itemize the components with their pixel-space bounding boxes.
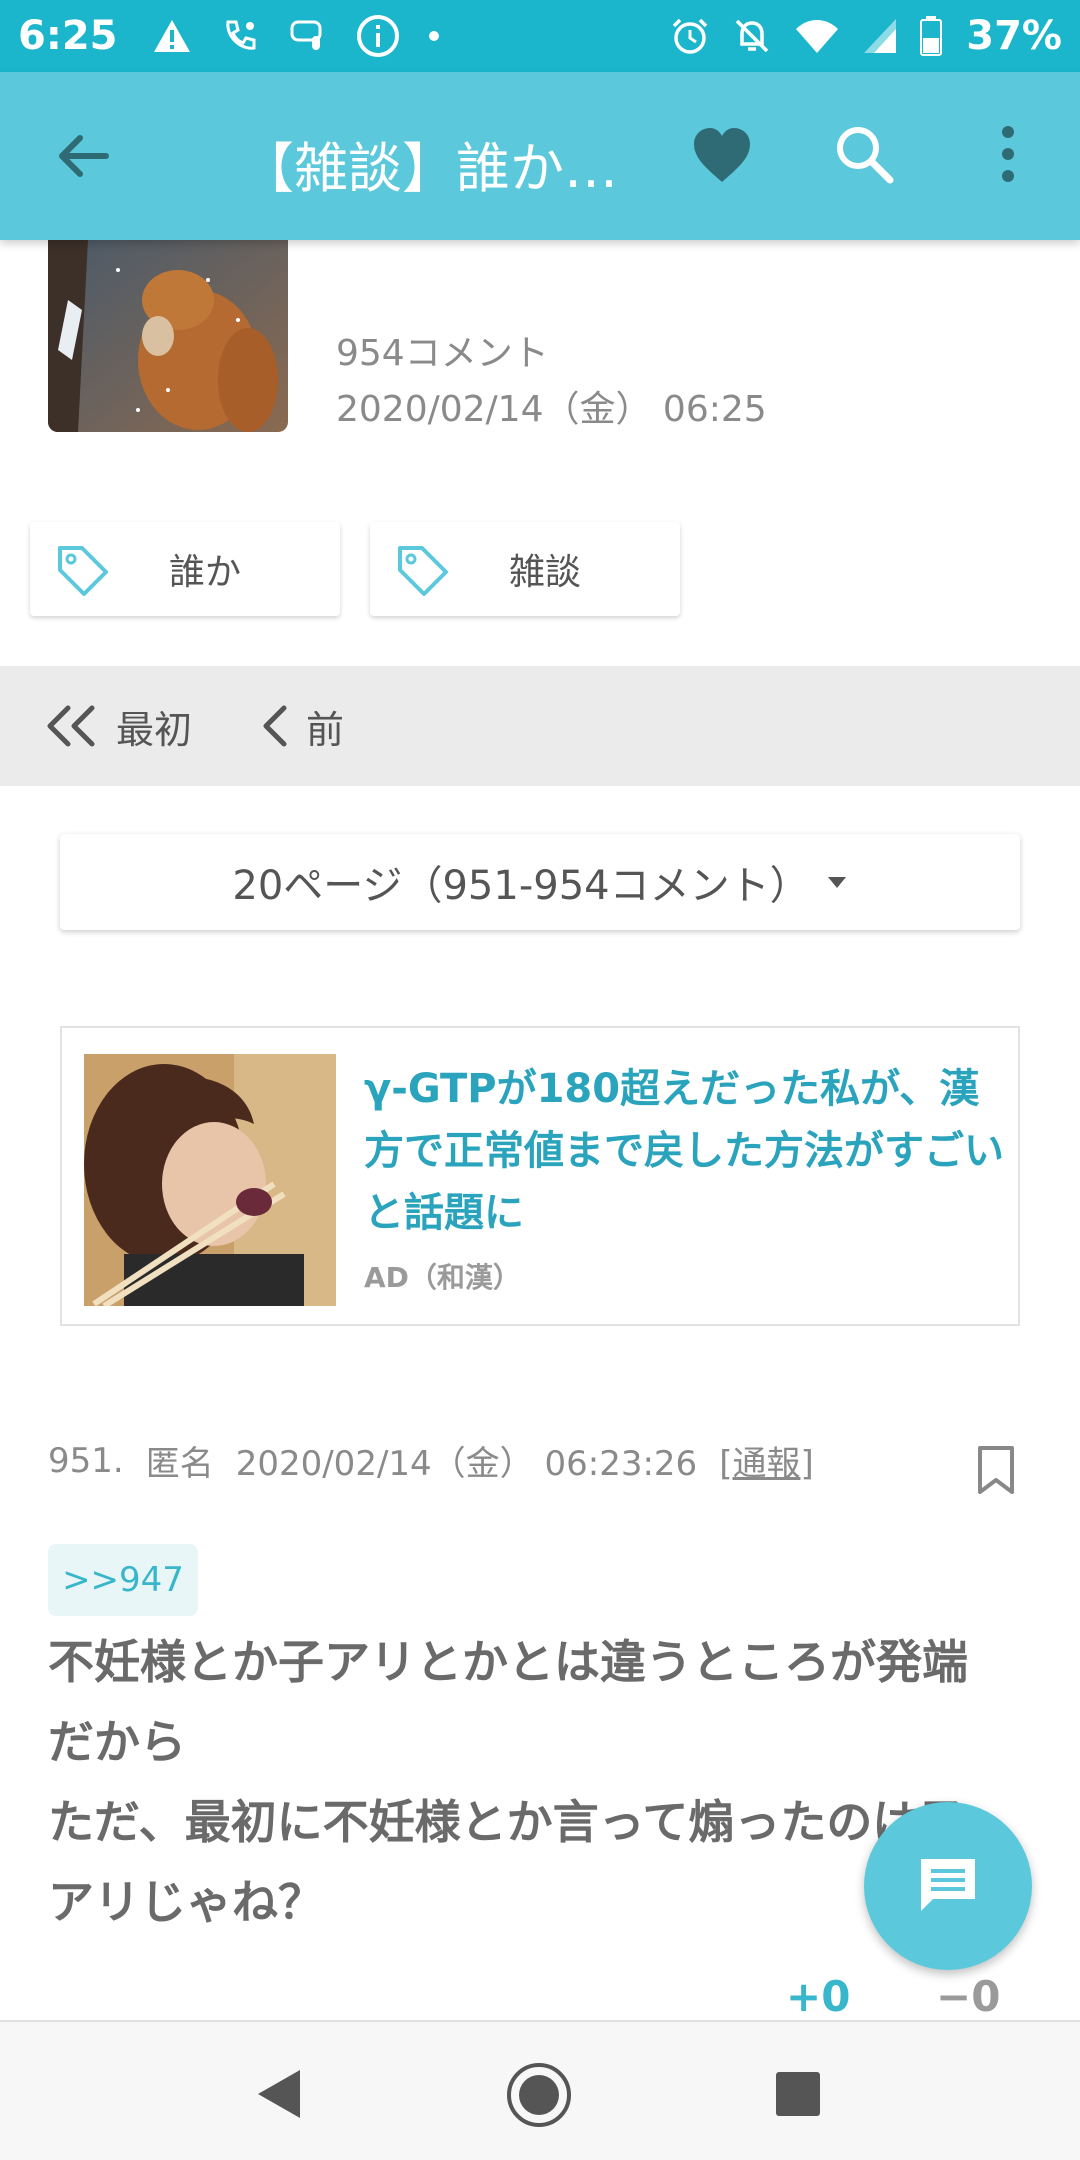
battery-icon bbox=[920, 16, 943, 56]
tag-chip[interactable]: 雑談 bbox=[370, 522, 680, 616]
double-chevron-left-icon bbox=[47, 705, 95, 747]
ad-image bbox=[84, 1054, 336, 1306]
nav-back-icon[interactable] bbox=[256, 2068, 302, 2120]
chat-bubble-icon bbox=[921, 1859, 975, 1911]
pager: 最初 前 bbox=[0, 666, 1080, 786]
nav-home-icon[interactable] bbox=[506, 2062, 572, 2128]
info-icon bbox=[356, 15, 399, 57]
page-select-dropdown[interactable]: 20ページ（951-954コメント） bbox=[60, 834, 1020, 930]
battery-percent: 37% bbox=[966, 13, 1062, 59]
bell-off-icon bbox=[736, 19, 769, 53]
ad-title[interactable]: γ-GTPが180超えだった私が、漢方で正常値まで戻した方法がすごいと話題に bbox=[364, 1058, 1004, 1244]
report-label[interactable]: 通報 bbox=[732, 1444, 800, 1484]
app-bar: 【雑談】誰か… bbox=[0, 72, 1080, 240]
phone-wifi-icon bbox=[225, 20, 255, 50]
prev-page-button[interactable]: 前 bbox=[258, 699, 344, 754]
page-select-value: 20ページ（951-954コメント） bbox=[232, 863, 810, 909]
dropdown-triangle-icon bbox=[827, 877, 846, 888]
comment-author: 匿名 bbox=[145, 1444, 214, 1484]
tag-label: 雑談 bbox=[508, 552, 581, 593]
thread-date: 2020/02/14（金） 06:25 bbox=[336, 389, 767, 430]
tag-chip[interactable]: 誰か bbox=[30, 522, 340, 616]
vote-plus-button[interactable]: +0 bbox=[786, 1972, 850, 2021]
ad-label: AD（和漢） bbox=[364, 1261, 521, 1294]
first-page-button[interactable]: 最初 bbox=[44, 699, 192, 754]
comment-header: 951. 匿名 2020/02/14（金） 06:23:26 [通報] bbox=[48, 1436, 814, 1485]
signal-icon bbox=[864, 19, 897, 53]
comment-line: 不妊様とか子アリとかとは違うところが発端 bbox=[48, 1635, 968, 1689]
first-page-label: 最初 bbox=[116, 707, 193, 752]
report-link[interactable]: [通報] bbox=[719, 1436, 814, 1485]
thread-meta: 954コメント 2020/02/14（金） 06:25 bbox=[336, 326, 767, 438]
tag-list: 誰か 雑談 bbox=[30, 522, 680, 616]
more-vert-icon[interactable] bbox=[990, 122, 1026, 186]
page-title: 【雑談】誰か… bbox=[240, 137, 618, 200]
nav-recent-apps-icon[interactable] bbox=[774, 2070, 822, 2118]
comment-count: 954コメント bbox=[336, 333, 549, 374]
compose-comment-fab[interactable] bbox=[864, 1802, 1032, 1970]
favorite-heart-icon[interactable] bbox=[690, 124, 754, 188]
comment-datetime: 2020/02/14（金） 06:23:26 bbox=[235, 1444, 698, 1484]
tag-label: 誰か bbox=[168, 552, 241, 593]
prev-page-label: 前 bbox=[306, 707, 345, 752]
warning-icon bbox=[153, 20, 190, 52]
ad-banner[interactable]: γ-GTPが180超えだった私が、漢方で正常値まで戻した方法がすごいと話題に A… bbox=[60, 1026, 1020, 1326]
back-arrow-icon[interactable] bbox=[54, 126, 114, 186]
status-bar: 6:25 37% bbox=[0, 0, 1080, 72]
vote-minus-button[interactable]: −0 bbox=[936, 1972, 1000, 2021]
thread-thumbnail bbox=[48, 240, 288, 432]
chevron-left-icon bbox=[263, 705, 287, 747]
dot-icon bbox=[428, 31, 439, 41]
comment-number: 951. bbox=[48, 1440, 124, 1481]
reply-anchor-link[interactable]: >>947 bbox=[48, 1544, 198, 1616]
status-time: 6:25 bbox=[18, 13, 118, 59]
wifi-icon bbox=[796, 20, 839, 53]
search-icon[interactable] bbox=[832, 122, 896, 186]
voicemail-icon bbox=[290, 20, 321, 50]
comment-line: だから bbox=[48, 1715, 186, 1769]
alarm-icon bbox=[673, 18, 708, 54]
bookmark-icon[interactable] bbox=[976, 1444, 1016, 1496]
system-nav-bar bbox=[0, 2020, 1080, 2160]
